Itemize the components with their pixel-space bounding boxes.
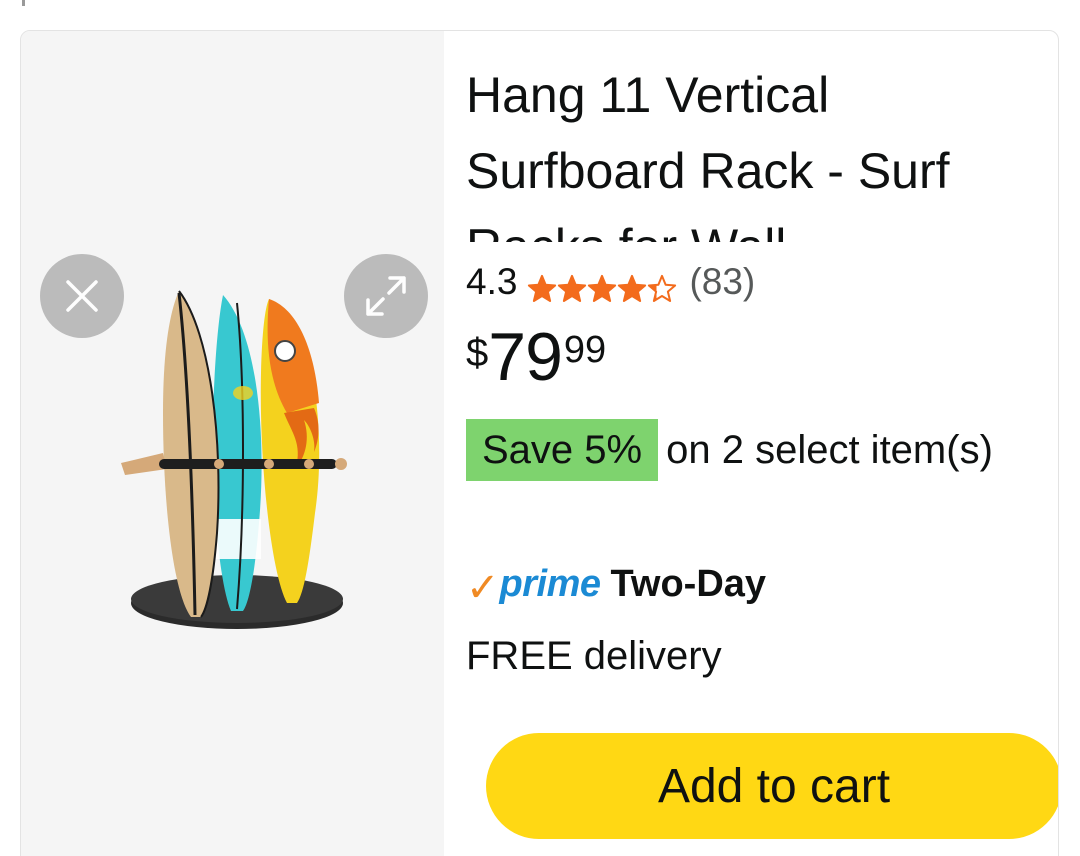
price-fraction: 99 bbox=[563, 329, 607, 371]
prime-check-icon: ✓ bbox=[466, 566, 500, 610]
close-button[interactable] bbox=[40, 254, 124, 338]
save-badge: Save 5% bbox=[466, 419, 659, 481]
star-icon bbox=[558, 274, 587, 302]
product-image[interactable] bbox=[119, 263, 351, 637]
price: $ 79 99 bbox=[466, 319, 607, 395]
promo-line[interactable]: Save 5% on 2 select item(s) bbox=[466, 419, 1026, 481]
star-icon bbox=[618, 274, 647, 302]
star-icon bbox=[648, 274, 677, 302]
free-delivery: FREE delivery bbox=[466, 634, 722, 678]
prime-shipping: ✓ prime Two-Day bbox=[466, 559, 766, 609]
product-info: Hang 11 Vertical Surfboard Rack - Surf R… bbox=[466, 31, 1058, 856]
star-icon bbox=[528, 274, 557, 302]
expand-icon bbox=[366, 276, 406, 316]
add-to-cart-button[interactable]: Add to cart bbox=[486, 733, 1058, 839]
price-whole: 79 bbox=[488, 319, 563, 395]
star-rating bbox=[527, 274, 677, 304]
close-icon bbox=[66, 280, 98, 312]
prime-logo: prime bbox=[499, 562, 601, 605]
star-icon bbox=[588, 274, 617, 302]
top-divider-mark bbox=[22, 0, 25, 6]
price-currency: $ bbox=[466, 331, 489, 375]
rating-value: 4.3 bbox=[466, 261, 518, 302]
shipping-speed: Two-Day bbox=[610, 562, 767, 605]
review-count[interactable]: (83) bbox=[689, 261, 755, 303]
product-card[interactable]: Hang 11 Vertical Surfboard Rack - Surf R… bbox=[20, 30, 1059, 856]
product-image-panel[interactable] bbox=[21, 31, 444, 856]
promo-text: on 2 select item(s) bbox=[666, 428, 993, 472]
rating-row[interactable]: 4.3 (83) bbox=[466, 257, 755, 307]
product-title[interactable]: Hang 11 Vertical Surfboard Rack - Surf R… bbox=[466, 57, 1026, 242]
expand-image-button[interactable] bbox=[344, 254, 428, 338]
